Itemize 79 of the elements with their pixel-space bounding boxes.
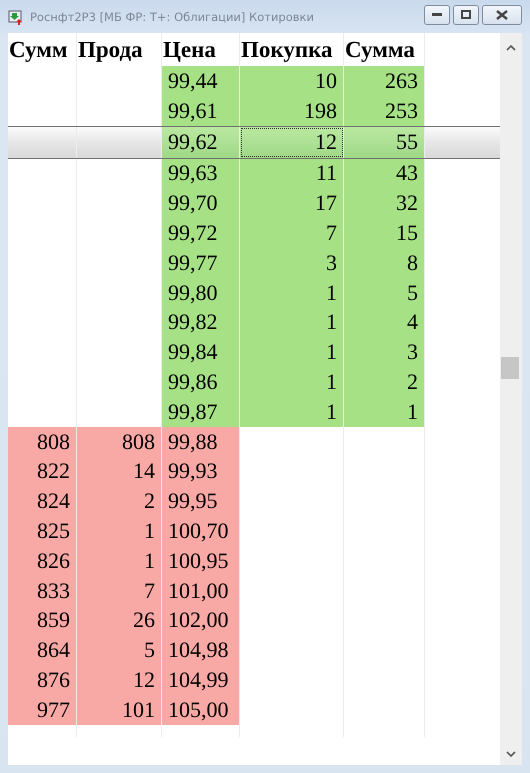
buy-sum-cell: 1 [344,396,425,427]
scroll-up-icon[interactable] [506,45,516,51]
sell-quantity-cell: 1 [77,546,162,576]
sell-sum-cell: 864 [8,635,77,666]
buy-quantity-cell: 1 [240,308,344,338]
sell-sum-cell: 876 [8,665,77,695]
sell-quantity-cell: 808 [77,426,162,457]
buy-quantity-cell: 10 [240,66,344,96]
price-cell: 102,00 [162,606,240,636]
sell-quantity-cell: 26 [77,606,162,636]
buy-quantity-cell: 1 [240,367,344,397]
scroll-down-icon[interactable] [506,751,516,757]
buy-quantity-cell: 11 [240,158,344,188]
buy-quantity-cell: 1 [240,396,344,427]
minimize-icon [432,12,442,16]
price-cell: 99,95 [162,486,240,516]
column-header[interactable]: Сумм [8,33,77,66]
price-cell: 104,99 [162,665,240,695]
price-cell: 99,82 [162,308,240,338]
sell-quantity-cell: 5 [77,635,162,666]
maximize-button[interactable] [453,4,479,24]
price-cell: 99,62 [162,126,240,158]
close-button[interactable] [482,4,522,24]
sell-sum-cell: 826 [8,546,77,576]
buy-sum-cell: 5 [344,278,425,308]
price-cell: 99,61 [162,96,240,126]
price-cell: 100,70 [162,516,240,546]
sell-quantity-cell: 101 [77,694,162,725]
buy-sum-cell: 43 [344,158,425,188]
buy-quantity-cell: 12 [240,126,344,158]
buy-sum-cell: 263 [344,66,425,96]
price-cell: 99,63 [162,158,240,188]
sell-sum-cell: 822 [8,456,77,486]
price-cell: 99,93 [162,456,240,486]
column-header[interactable]: Прода [77,33,162,66]
buy-quantity-cell: 7 [240,218,344,248]
scrollbar-thumb[interactable] [501,357,519,379]
price-cell: 104,98 [162,635,240,666]
buy-sum-cell: 2 [344,367,425,397]
price-cell: 99,77 [162,248,240,278]
price-cell: 99,70 [162,188,240,218]
price-cell: 99,44 [162,66,240,96]
sell-quantity-cell: 12 [77,665,162,695]
price-cell: 99,72 [162,218,240,248]
price-cell: 100,95 [162,546,240,576]
buy-quantity-cell: 3 [240,248,344,278]
buy-sum-cell: 4 [344,308,425,338]
sell-sum-cell: 825 [8,516,77,546]
buy-sum-cell: 55 [344,126,425,158]
sell-sum-cell: 859 [8,606,77,636]
app-icon [8,8,24,24]
buy-sum-cell: 3 [344,337,425,368]
buy-sum-cell: 253 [344,96,425,126]
sell-sum-cell: 808 [8,426,77,457]
sell-sum-cell: 977 [8,694,77,725]
price-cell: 105,00 [162,694,240,725]
buy-quantity-cell: 17 [240,188,344,218]
buy-sum-cell: 15 [344,218,425,248]
buy-sum-cell: 32 [344,188,425,218]
sell-sum-cell: 824 [8,486,77,516]
buy-quantity-cell: 198 [240,96,344,126]
price-cell: 99,80 [162,278,240,308]
price-cell: 99,87 [162,396,240,427]
minimize-button[interactable] [424,4,450,24]
price-cell: 99,88 [162,426,240,457]
sell-quantity-cell: 2 [77,486,162,516]
window-title: Роснфт2Р3 [МБ ФР: Т+: Облигации] Котировки [30,10,315,24]
price-cell: 101,00 [162,576,240,606]
close-icon [496,10,508,20]
buy-sum-cell: 8 [344,248,425,278]
price-cell: 99,86 [162,367,240,397]
price-cell: 99,84 [162,337,240,368]
maximize-icon [461,10,471,19]
sell-quantity-cell: 7 [77,576,162,606]
sell-sum-cell: 833 [8,576,77,606]
buy-quantity-cell: 1 [240,337,344,368]
buy-quantity-cell: 1 [240,278,344,308]
sell-quantity-cell: 1 [77,516,162,546]
sell-quantity-cell: 14 [77,456,162,486]
